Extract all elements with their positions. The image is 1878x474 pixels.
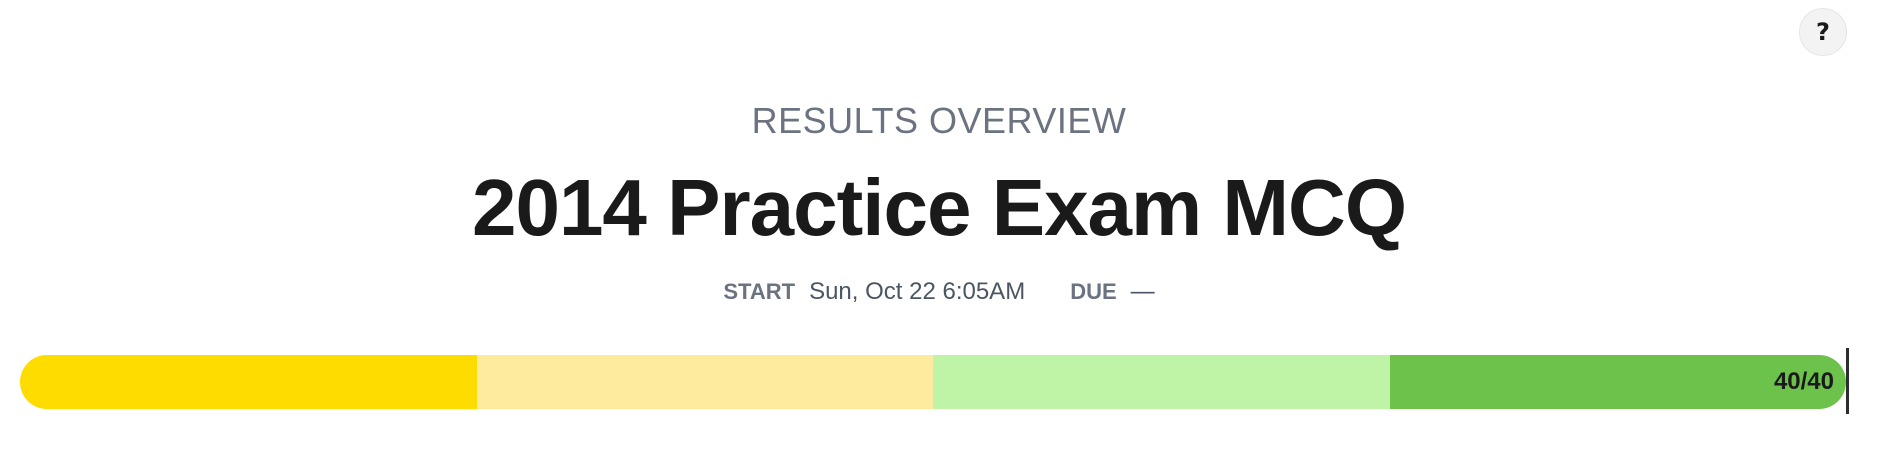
help-icon: ? — [1816, 18, 1830, 46]
due-value: — — [1130, 278, 1155, 305]
due-info: DUE — — [1070, 278, 1154, 306]
exam-meta: START Sun, Oct 22 6:05AM DUE — — [0, 278, 1878, 306]
progress-marker — [1846, 348, 1849, 414]
progress-segment-4 — [1389, 355, 1846, 409]
page-overline: RESULTS OVERVIEW — [751, 100, 1127, 141]
page-title: 2014 Practice Exam MCQ — [471, 163, 1407, 252]
help-button[interactable]: ? — [1799, 8, 1847, 56]
start-value: Sun, Oct 22 6:05AM — [809, 278, 1026, 305]
progress-segment-1 — [20, 355, 477, 409]
results-header: RESULTS OVERVIEW 2014 Practice Exam MCQ … — [0, 100, 1878, 306]
progress-segment-3 — [933, 355, 1390, 409]
score-progress-bar — [20, 355, 1846, 409]
progress-segment-2 — [476, 355, 933, 409]
start-info: START Sun, Oct 22 6:05AM — [723, 278, 1025, 306]
start-label: START — [723, 279, 796, 304]
due-label: DUE — [1070, 279, 1117, 304]
